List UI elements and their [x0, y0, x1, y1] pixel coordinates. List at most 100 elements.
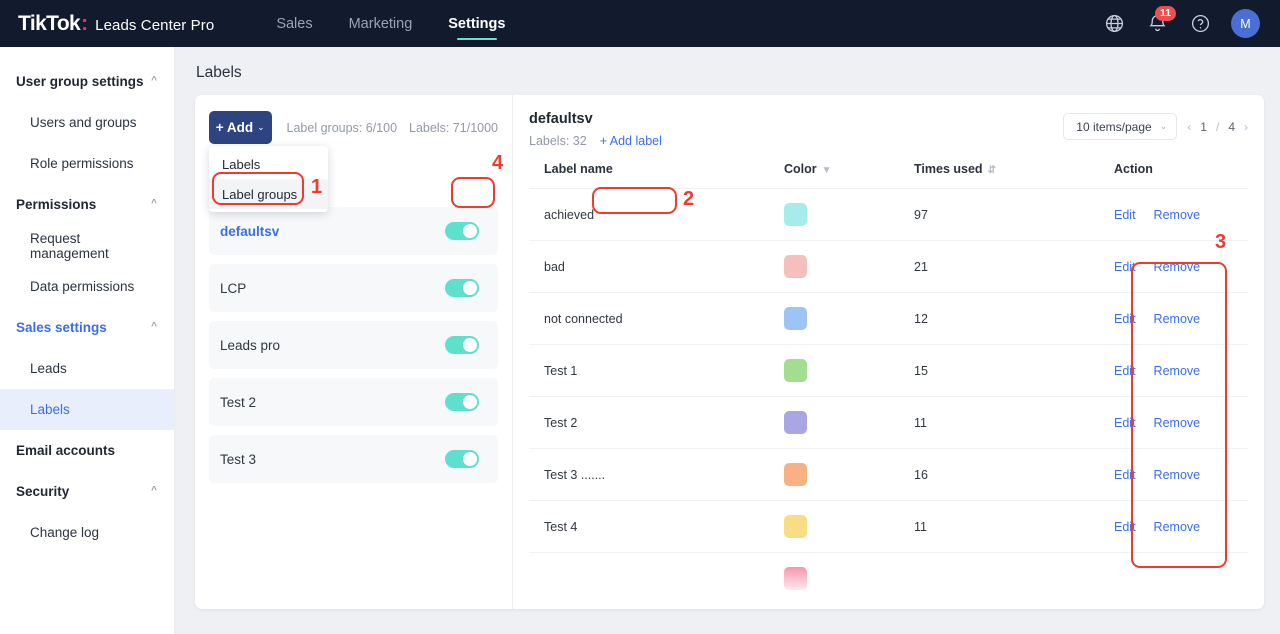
- sidebar-item-role-permissions[interactable]: Role permissions: [0, 143, 174, 184]
- edit-link[interactable]: Edit: [1114, 468, 1136, 482]
- cell-color: [769, 188, 899, 241]
- cell-label-name: bad: [529, 240, 769, 293]
- remove-link[interactable]: Remove: [1154, 468, 1201, 482]
- remove-link[interactable]: Remove: [1154, 208, 1201, 222]
- column-header-label-name[interactable]: Label name: [529, 162, 769, 189]
- dropdown-item-labels[interactable]: Labels: [209, 149, 328, 179]
- cell-label-name: Test 3 .......: [529, 448, 769, 501]
- add-button[interactable]: + Add ⌄: [209, 111, 272, 144]
- label-groups-pane: + Add ⌄ Label groups: 6/100 Labels: 71/1…: [195, 95, 513, 609]
- label-group-row[interactable]: Test 2: [209, 378, 498, 426]
- color-swatch: [784, 203, 807, 226]
- page-body: User group settings ^ Users and groups R…: [0, 47, 1280, 634]
- bell-icon[interactable]: 11: [1145, 5, 1177, 36]
- remove-link[interactable]: Remove: [1154, 364, 1201, 378]
- tab-sales[interactable]: Sales: [258, 0, 330, 47]
- edit-link[interactable]: Edit: [1114, 208, 1136, 222]
- help-icon[interactable]: [1188, 12, 1212, 36]
- remove-link[interactable]: Remove: [1154, 260, 1201, 274]
- color-swatch: [784, 411, 807, 434]
- table-row[interactable]: bad 21 Edit Remove: [529, 240, 1248, 293]
- tab-settings[interactable]: Settings: [430, 0, 523, 47]
- cell-times-used: 11: [899, 396, 1099, 449]
- label-group-row[interactable]: defaultsv: [209, 207, 498, 255]
- label-detail-pane: defaultsv Labels: 32 + Add label 10 item…: [513, 95, 1264, 609]
- cell-label-name: not connected: [529, 292, 769, 345]
- sidebar-group-security[interactable]: Security ^: [0, 471, 174, 512]
- remove-link[interactable]: Remove: [1154, 312, 1201, 326]
- table-row[interactable]: [529, 552, 1248, 605]
- detail-labels-count: Labels: 32: [529, 134, 587, 148]
- avatar[interactable]: M: [1231, 9, 1260, 38]
- sidebar-group-label: Email accounts: [16, 443, 116, 458]
- label-group-toggle[interactable]: [445, 279, 479, 297]
- color-swatch: [784, 463, 807, 486]
- cell-action: Edit Remove: [1099, 188, 1248, 241]
- sidebar-group-user-group-settings[interactable]: User group settings ^: [0, 61, 174, 102]
- edit-link[interactable]: Edit: [1114, 520, 1136, 534]
- page-size-select[interactable]: 10 items/page ⌄: [1063, 113, 1178, 140]
- label-group-toggle[interactable]: [445, 393, 479, 411]
- table-row[interactable]: achieved 97 Edit Remove: [529, 188, 1248, 241]
- tab-marketing[interactable]: Marketing: [331, 0, 431, 47]
- brand-logo[interactable]: TikTok : Leads Center Pro: [18, 12, 214, 36]
- label-group-row[interactable]: Leads pro: [209, 321, 498, 369]
- page-title: Labels: [196, 64, 242, 81]
- cell-times-used: 11: [899, 500, 1099, 553]
- label-group-row[interactable]: Test 3: [209, 435, 498, 483]
- label-group-toggle[interactable]: [445, 450, 479, 468]
- chevron-up-icon: ^: [151, 75, 157, 86]
- brand-subtitle: Leads Center Pro: [95, 16, 215, 34]
- cell-label-name: [529, 552, 769, 605]
- column-label: Label name: [544, 162, 613, 176]
- label-group-name: Test 2: [220, 394, 257, 410]
- sidebar-group-permissions[interactable]: Permissions ^: [0, 184, 174, 225]
- chevron-down-icon: ⌄: [257, 122, 265, 132]
- label-group-name: LCP: [220, 280, 247, 296]
- table-row[interactable]: Test 2 11 Edit Remove: [529, 396, 1248, 449]
- edit-link[interactable]: Edit: [1114, 260, 1136, 274]
- chevron-up-icon: ^: [151, 321, 157, 332]
- column-header-action: Action: [1099, 162, 1248, 189]
- add-label-link[interactable]: + Add label: [600, 134, 662, 148]
- sidebar-item-leads[interactable]: Leads: [0, 348, 174, 389]
- label-group-toggle[interactable]: [445, 222, 479, 240]
- remove-link[interactable]: Remove: [1154, 416, 1201, 430]
- next-page-button[interactable]: ›: [1244, 120, 1248, 134]
- sort-icon[interactable]: ⇵: [988, 165, 996, 176]
- sidebar-group-label: Permissions: [16, 197, 97, 212]
- sidebar-item-users-and-groups[interactable]: Users and groups: [0, 102, 174, 143]
- detail-subheader: Labels: 32 + Add label: [529, 134, 1063, 148]
- sidebar-item-data-permissions[interactable]: Data permissions: [0, 266, 174, 307]
- label-group-row[interactable]: LCP: [209, 264, 498, 312]
- table-row[interactable]: Test 3 ....... 16 Edit Remove: [529, 448, 1248, 501]
- globe-icon[interactable]: [1102, 12, 1126, 36]
- edit-link[interactable]: Edit: [1114, 416, 1136, 430]
- sidebar-item-request-management[interactable]: Request management: [0, 225, 174, 266]
- table-row[interactable]: Test 4 11 Edit Remove: [529, 500, 1248, 553]
- cell-times-used: 97: [899, 188, 1099, 241]
- cell-color: [769, 500, 899, 553]
- cell-color: [769, 552, 899, 605]
- sidebar-item-labels[interactable]: Labels: [0, 389, 174, 430]
- sidebar-group-email-accounts[interactable]: Email accounts: [0, 430, 174, 471]
- primary-nav-tabs: Sales Marketing Settings: [258, 0, 523, 47]
- edit-link[interactable]: Edit: [1114, 364, 1136, 378]
- sidebar-item-change-log[interactable]: Change log: [0, 512, 174, 553]
- edit-link[interactable]: Edit: [1114, 312, 1136, 326]
- sidebar-group-sales-settings[interactable]: Sales settings ^: [0, 307, 174, 348]
- page-size-value: 10 items/page: [1076, 119, 1152, 134]
- label-groups-list: defaultsv LCP Leads pro Test 2 Test 3: [209, 207, 498, 483]
- table-row[interactable]: not connected 12 Edit Remove: [529, 292, 1248, 345]
- prev-page-button[interactable]: ‹: [1187, 120, 1191, 134]
- column-header-times-used[interactable]: Times used ⇵: [899, 162, 1099, 189]
- cell-action: [1099, 552, 1248, 605]
- dropdown-item-label-groups[interactable]: Label groups: [209, 179, 328, 209]
- label-group-toggle[interactable]: [445, 336, 479, 354]
- column-header-color[interactable]: Color ▼: [769, 162, 899, 189]
- cell-color: [769, 240, 899, 293]
- table-row[interactable]: Test 1 15 Edit Remove: [529, 344, 1248, 397]
- remove-link[interactable]: Remove: [1154, 520, 1201, 534]
- chevron-down-icon: ⌄: [1159, 121, 1168, 131]
- filter-icon[interactable]: ▼: [822, 165, 832, 176]
